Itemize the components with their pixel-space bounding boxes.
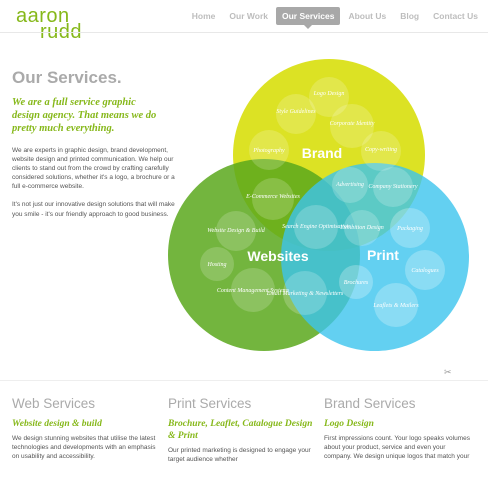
web-services-column: Web Services Website design & build We d… — [12, 396, 162, 461]
print-item-leaflets[interactable]: Leaflets & Mailers — [372, 302, 419, 309]
scissors-icon: ✂ — [444, 367, 452, 377]
print-item-catalogues[interactable]: Catalogues — [411, 268, 439, 274]
print-item-brochures[interactable]: Brochures — [344, 280, 369, 286]
websites-item-hosting[interactable]: Hosting — [206, 262, 226, 268]
print-item-packaging[interactable]: Packaging — [396, 226, 423, 232]
brand-label: Brand — [302, 145, 342, 161]
web-services-title: Web Services — [12, 396, 96, 411]
print-label: Print — [367, 247, 399, 263]
brand-services-title: Brand Services — [324, 396, 416, 411]
brand-item-photography[interactable]: Photography — [252, 148, 285, 154]
overlap-item-advertising[interactable]: Advertising — [335, 182, 364, 188]
print-services-body: Our printed marketing is designed to eng… — [168, 446, 311, 463]
brand-services-subtitle[interactable]: Logo Design — [324, 419, 474, 431]
brand-item-corporate-identity[interactable]: Corporate Identity — [330, 121, 375, 127]
web-services-subtitle[interactable]: Website design & build — [12, 419, 162, 431]
section-divider — [0, 380, 488, 381]
brand-item-logo-design[interactable]: Logo Design — [313, 91, 345, 97]
brand-item-style-guidelines[interactable]: Style Guidelines — [276, 109, 316, 115]
overlap-item-company-stationery[interactable]: Company Stationery — [368, 184, 417, 190]
print-services-title: Print Services — [168, 396, 252, 411]
websites-label: Websites — [247, 248, 308, 264]
web-services-body: We design stunning websites that utilise… — [12, 434, 156, 461]
brand-services-body: First impressions count. Your logo speak… — [324, 434, 470, 461]
websites-item-ecommerce[interactable]: E-Commerce Websites — [245, 194, 300, 200]
print-services-column: Print Services Brochure, Leaflet, Catalo… — [168, 396, 318, 464]
overlap-item-email-marketing[interactable]: Email Marketing & Newsletters — [266, 291, 344, 297]
overlap-item-exhibition-design[interactable]: Exhibition Design — [339, 225, 384, 231]
brand-item-copywriting[interactable]: Copy-writing — [365, 147, 397, 153]
websites-item-design-build[interactable]: Website Design & Build — [207, 228, 266, 234]
print-services-subtitle[interactable]: Brochure, Leaflet, Catalogue Design & Pr… — [168, 419, 318, 443]
brand-services-column: Brand Services Logo Design First impress… — [324, 396, 474, 461]
services-venn-diagram: Logo Design Style Guidelines Corporate I… — [168, 59, 469, 351]
